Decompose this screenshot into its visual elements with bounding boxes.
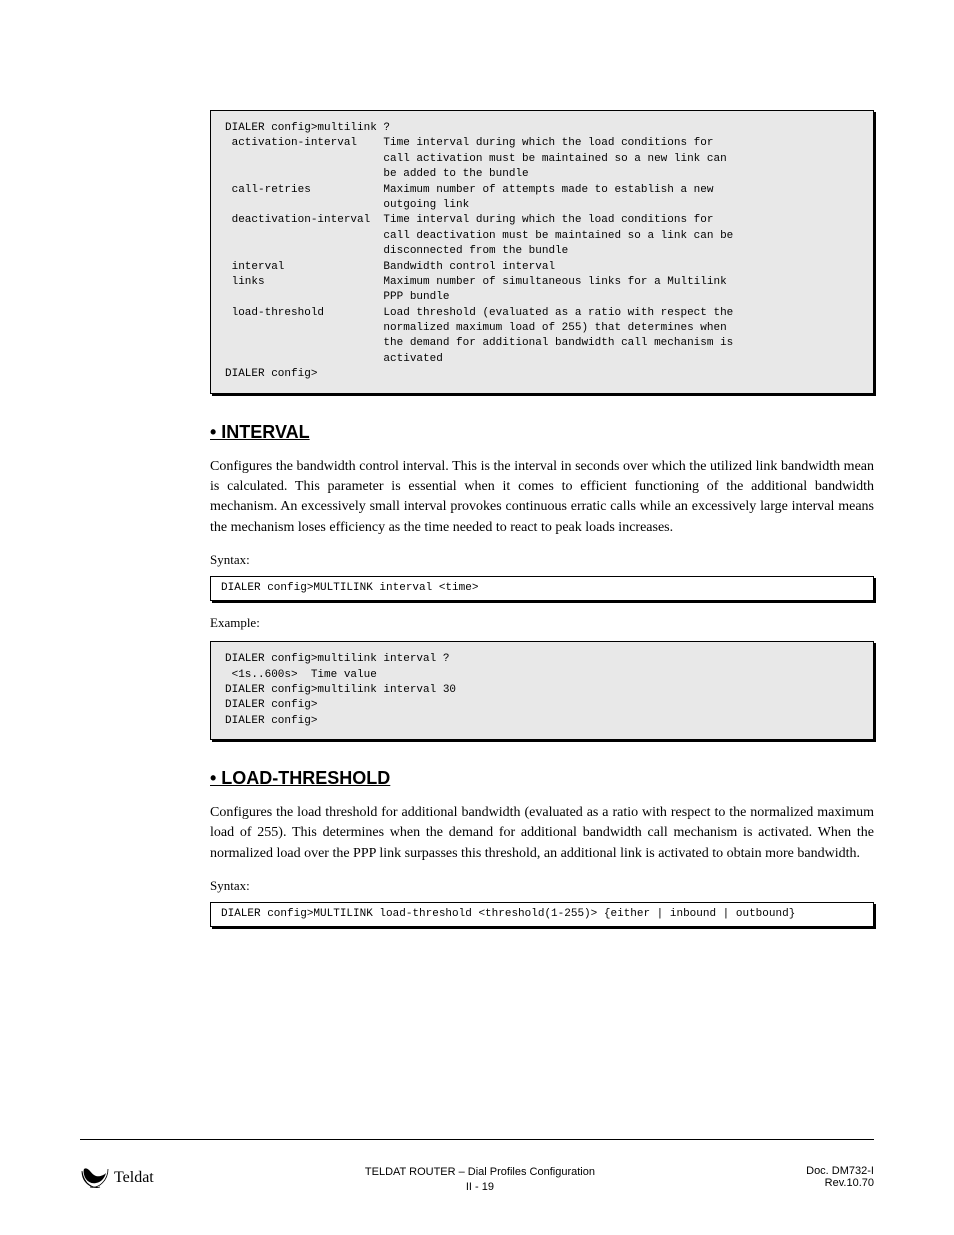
footer-brand: Teldat <box>80 1165 154 1191</box>
footer-divider <box>80 1139 874 1140</box>
code-syntax-load-threshold: DIALER config>MULTILINK load-threshold <… <box>210 902 874 927</box>
syntax-label-2: Syntax: <box>210 878 874 894</box>
para-interval: Configures the bandwidth control interva… <box>210 457 874 538</box>
code-syntax-interval: DIALER config>MULTILINK interval <time> <box>210 576 874 601</box>
footer-doc-id: Doc. DM732-I <box>806 1165 874 1177</box>
example-label-1: Example: <box>210 615 874 631</box>
footer-right: Doc. DM732-I Rev.10.70 <box>806 1165 874 1189</box>
footer-revision: Rev.10.70 <box>806 1177 874 1189</box>
footer-center: TELDAT ROUTER – Dial Profiles Configurat… <box>365 1165 595 1195</box>
section-heading-load-threshold: • LOAD-THRESHOLD <box>210 768 874 789</box>
footer-doc-title: TELDAT ROUTER – Dial Profiles Configurat… <box>365 1165 595 1180</box>
syntax-label-1: Syntax: <box>210 552 874 568</box>
brand-text: Teldat <box>114 1169 154 1187</box>
footer-page-number: II - 19 <box>365 1180 595 1195</box>
bird-icon <box>80 1165 110 1191</box>
para-load-threshold: Configures the load threshold for additi… <box>210 803 874 864</box>
page-footer: Teldat TELDAT ROUTER – Dial Profiles Con… <box>80 1165 874 1195</box>
code-block-help: DIALER config>multilink ? activation-int… <box>210 110 874 394</box>
section-heading-interval: • INTERVAL <box>210 422 874 443</box>
code-example-interval: DIALER config>multilink interval ? <1s..… <box>210 641 874 740</box>
